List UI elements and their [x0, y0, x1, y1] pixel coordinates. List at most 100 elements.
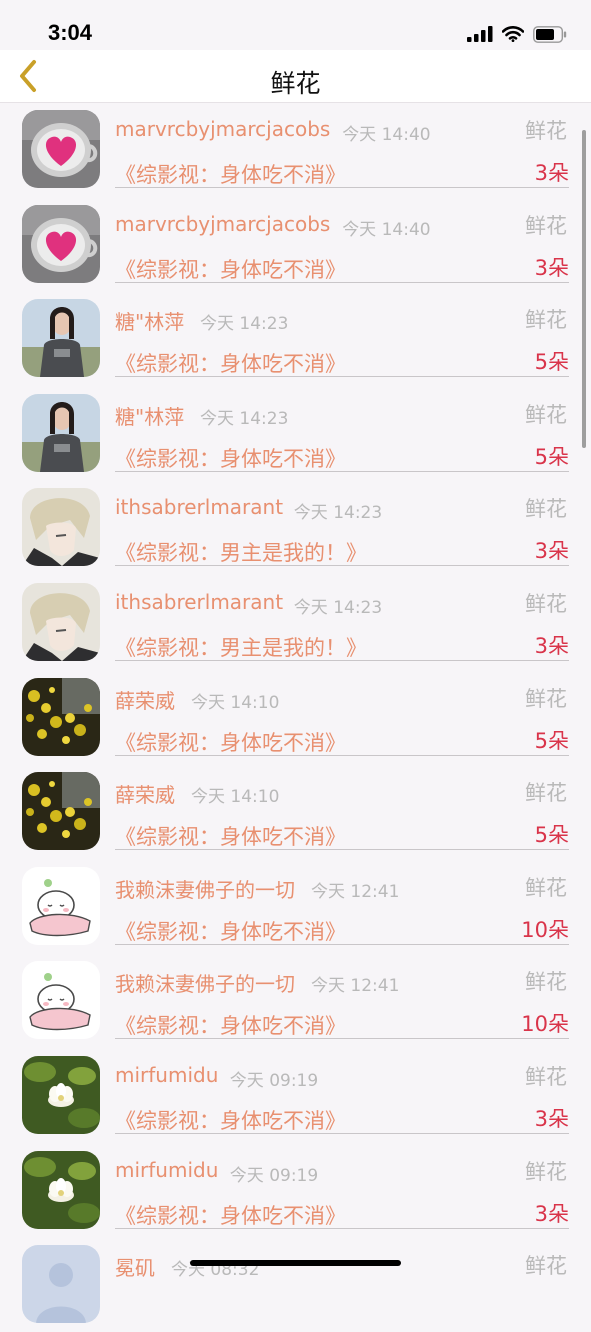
gift-time: 今天 12:41 — [311, 976, 400, 997]
user-name[interactable]: marvrcbyjmarcjacobs — [115, 212, 330, 236]
book-title[interactable]: 《综影视：男主是我的！》 — [115, 632, 367, 662]
row-divider — [115, 565, 569, 567]
gift-type: 鲜花 — [525, 213, 567, 238]
book-title[interactable]: 《综影视：身体吃不消》 — [115, 1010, 346, 1040]
anime-boy-avatar[interactable] — [22, 583, 100, 661]
flower-count: 3朵 — [534, 539, 569, 564]
flower-count: 5朵 — [534, 728, 569, 753]
user-name[interactable]: ithsabrerlmarant — [115, 495, 283, 519]
scrollbar[interactable] — [582, 130, 586, 448]
book-title[interactable]: 《综影视：身体吃不消》 — [115, 348, 346, 378]
user-name[interactable]: 薛荣威 — [115, 685, 175, 714]
flower-count: 3朵 — [534, 634, 569, 658]
list-item[interactable]: marvrcbyjmarcjacobs 今天 14:40 鲜花《综影视：身体吃不消》… — [0, 198, 591, 292]
row-divider — [115, 1038, 569, 1040]
book-title[interactable]: 《综影视：身体吃不消》 — [115, 916, 346, 946]
list-item[interactable]: 糖"林萍 今天 14:23 鲜花 《综影视：身体吃不消》 5朵 — [0, 292, 591, 386]
gift-type: 鲜花 — [525, 1159, 567, 1184]
flower-count: 3朵 — [534, 161, 569, 185]
gift-time: 今天 14:23 — [293, 598, 383, 618]
row-divider — [115, 849, 569, 851]
flower-count: 3朵 — [534, 1107, 569, 1131]
status-time: 3:04 — [48, 20, 93, 45]
user-name[interactable]: marvrcbyjmarcjacobs — [115, 117, 330, 141]
user-name[interactable]: 薛荣威 — [115, 779, 175, 808]
flower-count: 10朵 — [521, 917, 569, 942]
sleeping-bear-avatar[interactable] — [22, 866, 100, 945]
gift-time: 今天 14:10 — [191, 787, 280, 808]
list-item[interactable]: ithsabrerlmarant 今天 14:23 鲜花《综影视：男主是我的！》 3朵 — [0, 481, 591, 575]
user-name[interactable]: ithsabrerlmarant — [115, 590, 283, 614]
gift-time: 今天 12:41 — [311, 881, 400, 902]
flower-count: 3朵 — [534, 1201, 569, 1226]
row-divider — [115, 660, 569, 661]
row-divider — [115, 1133, 569, 1134]
gift-time: 今天 09:19 — [229, 1165, 319, 1186]
list-item[interactable]: 薛荣威 今天 14:10 鲜花《综影视：身体吃不消》 5朵 — [0, 671, 591, 765]
gift-time: 今天 14:40 — [342, 219, 431, 240]
girl-photo-avatar[interactable] — [22, 299, 100, 378]
user-name[interactable]: 冕矶 — [115, 1252, 155, 1281]
status-bar: 3:04 — [0, 0, 591, 50]
row-divider — [115, 281, 569, 283]
home-indicator[interactable] — [190, 1260, 401, 1266]
flower-count: 5朵 — [534, 444, 569, 469]
list-item[interactable]: 糖"林萍 今天 14:23 鲜花《综影视：身体吃不消》 5朵 — [0, 387, 591, 481]
list-item[interactable]: ithsabrerlmarant 今天 14:23 鲜花《综影视：男主是我的！》 3朵 — [0, 576, 591, 670]
book-title[interactable]: 《综影视：身体吃不消》 — [115, 254, 346, 284]
gift-type: 鲜花 — [525, 592, 567, 616]
flower-count: 5朵 — [534, 350, 569, 375]
user-name[interactable]: 我赖沫妻佛子的一切 — [115, 874, 295, 903]
white-flower-avatar[interactable] — [22, 1056, 100, 1134]
list-item[interactable]: 薛荣威 今天 14:10 鲜花 《综影视：身体吃不消》 5朵 — [0, 765, 591, 859]
girl-photo-avatar[interactable] — [22, 393, 100, 472]
list-item[interactable]: 冕矶 今天 08:32 鲜花 — [0, 1238, 591, 1332]
book-title[interactable]: 《综影视：身体吃不消》 — [115, 821, 346, 851]
book-title[interactable]: 《综影视：身体吃不消》 — [115, 443, 346, 473]
book-title[interactable]: 《综影视：男主是我的！》 — [115, 537, 367, 567]
book-title[interactable]: 《综影视：身体吃不消》 — [115, 727, 346, 757]
gift-type: 鲜花 — [525, 497, 567, 522]
white-flower-avatar[interactable] — [22, 1150, 100, 1229]
gift-time: 今天 14:10 — [191, 692, 280, 713]
sleeping-bear-avatar[interactable] — [22, 961, 100, 1040]
wifi-icon — [502, 26, 524, 42]
list-item[interactable]: marvrcbyjmarcjacobs 今天 14:40 鲜花《综影视：身体吃不消》… — [0, 103, 591, 197]
status-icons — [467, 24, 567, 44]
gift-type: 鲜花 — [525, 686, 567, 711]
user-name[interactable]: mirfumidu — [115, 1158, 218, 1182]
user-name[interactable]: 糖"林萍 — [115, 306, 184, 335]
user-name[interactable]: mirfumidu — [115, 1063, 218, 1087]
list-item[interactable]: mirfumidu 今天 09:19 鲜花《综影视：身体吃不消》 3朵 — [0, 1144, 591, 1238]
book-title[interactable]: 《综影视：身体吃不消》 — [115, 1105, 346, 1135]
heart-latte-avatar[interactable] — [22, 204, 100, 283]
default-avatar[interactable] — [22, 1245, 100, 1324]
gift-time: 今天 08:32 — [171, 1260, 260, 1281]
gift-time: 今天 14:23 — [293, 503, 383, 524]
gift-type: 鲜花 — [525, 1254, 567, 1279]
page-title: 鲜花 — [270, 69, 321, 98]
list-item[interactable]: 我赖沫妻佛子的一切 今天 12:41 鲜花 《综影视：身体吃不消》 10朵 — [0, 860, 591, 954]
gift-time: 今天 14:40 — [342, 125, 431, 145]
user-name[interactable]: 糖"林萍 — [115, 401, 184, 430]
book-title[interactable]: 《综影视：身体吃不消》 — [115, 159, 346, 189]
signal-icon — [467, 26, 493, 42]
battery-icon — [533, 25, 567, 43]
list-item[interactable]: 我赖沫妻佛子的一切 今天 12:41 鲜花 《综影视：身体吃不消》 10朵 — [0, 954, 591, 1048]
gift-time: 今天 14:23 — [200, 408, 289, 429]
book-title[interactable]: 《综影视：身体吃不消》 — [115, 1200, 346, 1230]
list-item[interactable]: mirfumidu 今天 09:19 鲜花 《综影视：身体吃不消》 3朵 — [0, 1049, 591, 1143]
yellow-flowers-avatar[interactable] — [22, 677, 100, 756]
gift-type: 鲜花 — [525, 308, 567, 333]
flower-count: 5朵 — [534, 823, 569, 848]
user-name[interactable]: 我赖沫妻佛子的一切 — [115, 968, 295, 997]
navigation-bar: 鲜花 — [0, 50, 591, 103]
anime-boy-avatar[interactable] — [22, 488, 100, 567]
yellow-flowers-avatar[interactable] — [22, 772, 100, 851]
gift-type: 鲜花 — [525, 402, 567, 427]
flower-count: 3朵 — [534, 255, 569, 280]
gift-type: 鲜花 — [525, 119, 567, 143]
heart-latte-avatar[interactable] — [22, 110, 100, 188]
flower-count: 10朵 — [521, 1012, 569, 1037]
row-divider — [115, 376, 569, 378]
